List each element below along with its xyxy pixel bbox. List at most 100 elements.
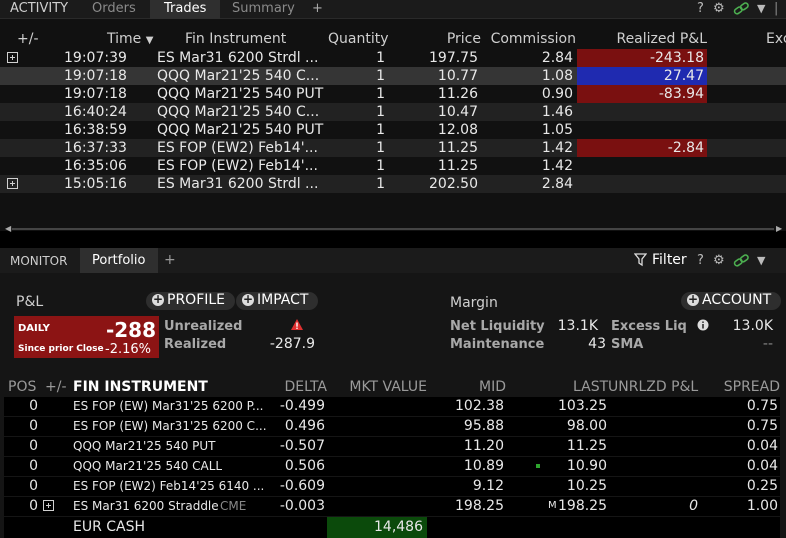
spread-value: 0.75 (746, 398, 778, 414)
spread-value: 0.75 (746, 418, 778, 434)
cash-row[interactable]: EUR CASH 14,486 (0, 516, 786, 538)
warning-icon[interactable] (290, 318, 304, 331)
col-spread-header[interactable]: SPREAD (720, 379, 780, 395)
col-quantity-header[interactable]: Quantity (328, 31, 389, 47)
trade-row[interactable]: 19:07:18 QQQ Mar21'25 540 PUT 1 11.26 0.90 -8… (0, 85, 786, 103)
scroll-right-icon[interactable]: ▶ (776, 224, 782, 233)
expand-icon[interactable] (7, 178, 18, 189)
cash-value: 14,486 (374, 519, 423, 535)
sma-label: SMA (611, 337, 644, 352)
col-pf-instrument-header[interactable]: FIN INSTRUMENT (73, 379, 208, 395)
position-value: 0 (29, 398, 38, 414)
trade-quantity: 1 (376, 176, 385, 192)
col-pf-expand-header[interactable]: +/- (45, 379, 67, 395)
col-realized-pl-header[interactable]: Realized P&L (590, 31, 707, 47)
trade-quantity: 1 (376, 140, 385, 156)
trade-row[interactable]: 15:05:16 ES Mar31 6200 Strdl ... 1 202.50 2.… (0, 175, 786, 193)
portfolio-row[interactable]: 0 ES FOP (EW) Mar31'25 6200 P... -0.499 102… (0, 396, 786, 416)
col-instrument-header[interactable]: Fin Instrument (185, 31, 286, 47)
top-tab-bar: ACTIVITY Orders Trades Summary + ? ⚙ ▼ | (0, 0, 786, 19)
monitor-link-icon[interactable] (733, 254, 749, 268)
trade-time: 19:07:18 (64, 68, 127, 84)
position-value: 0 (29, 498, 38, 514)
maintenance-value: 43 (588, 336, 606, 352)
trade-commission: 0.90 (541, 86, 573, 102)
link-icon[interactable] (733, 2, 749, 16)
info-icon[interactable] (697, 319, 709, 331)
col-commission-header[interactable]: Commission (486, 31, 576, 47)
expand-icon[interactable] (43, 500, 54, 511)
col-exchange-header[interactable]: Exc (766, 31, 786, 47)
horizontal-scrollbar[interactable] (12, 228, 774, 230)
portfolio-row[interactable]: 0 ES Mar31 6200 Straddle CME -0.003 198.25 M 1… (0, 496, 786, 516)
account-button[interactable]: + ACCOUNT (681, 292, 782, 310)
col-mid-header[interactable]: MID (440, 379, 506, 395)
monitor-chevron-down-icon[interactable]: ▼ (757, 254, 765, 267)
trade-price: 197.75 (429, 50, 478, 66)
col-price-header[interactable]: Price (420, 31, 481, 47)
trade-instrument: QQQ Mar21'25 540 PUT (157, 122, 324, 138)
mid-value: 95.88 (463, 418, 504, 434)
trade-time: 16:37:33 (64, 140, 127, 156)
mid-value: 198.25 (455, 498, 504, 514)
last-value: 103.25 (558, 398, 607, 414)
expand-icon[interactable] (7, 52, 18, 63)
monitor-gear-icon[interactable]: ⚙ (713, 253, 725, 268)
trade-quantity: 1 (376, 122, 385, 138)
tab-summary[interactable]: Summary (224, 0, 303, 19)
portfolio-row[interactable]: 0 QQQ Mar21'25 540 PUT -0.507 11.20 11.25 0.0… (0, 436, 786, 456)
chevron-down-icon[interactable]: ▼ (757, 0, 765, 19)
impact-button[interactable]: + IMPACT (236, 292, 319, 310)
col-expand-header[interactable]: +/- (17, 31, 39, 47)
portfolio-row[interactable]: 0 QQQ Mar21'25 540 CALL 0.506 10.89 10.90 0.0… (0, 456, 786, 476)
trade-row[interactable]: 16:38:59 QQQ Mar21'25 540 PUT 1 12.08 1.05 (0, 121, 786, 139)
trade-row[interactable]: 19:07:39 ES Mar31 6200 Strdl ... 1 197.75 2.… (0, 49, 786, 67)
trade-commission: 1.08 (541, 68, 573, 84)
spread-value: 1.00 (746, 498, 778, 514)
trade-commission: 1.42 (541, 158, 573, 174)
help-icon[interactable]: ? (697, 0, 704, 19)
margin-title: Margin (450, 295, 498, 311)
trade-instrument: ES Mar31 6200 Strdl ... (157, 176, 319, 192)
col-pos-header[interactable]: POS (8, 379, 36, 395)
trade-commission: 2.84 (541, 176, 573, 192)
trade-commission: 1.42 (541, 140, 573, 156)
col-last-header[interactable]: LAST (573, 379, 608, 395)
mid-value: 10.89 (463, 458, 504, 474)
trade-time: 15:05:16 (64, 176, 127, 192)
col-delta-header[interactable]: DELTA (270, 379, 327, 395)
col-mkt-value-header[interactable]: MKT VALUE (330, 379, 427, 395)
tab-trades[interactable]: Trades (150, 0, 221, 19)
trade-instrument: QQQ Mar21'25 540 C... (157, 68, 320, 84)
net-liquidity-label: Net Liquidity (450, 319, 545, 334)
col-time-header[interactable]: Time ▼ (107, 31, 153, 47)
mid-value: 9.12 (472, 478, 504, 494)
tab-portfolio[interactable]: Portfolio (80, 248, 158, 273)
excess-liq-label: Excess Liq (611, 319, 687, 334)
add-tab-button[interactable]: + (304, 0, 331, 19)
trade-row[interactable]: 19:07:18 QQQ Mar21'25 540 C... 1 10.77 1.08 2… (0, 67, 786, 85)
trade-quantity: 1 (376, 158, 385, 174)
spread-value: 0.04 (746, 438, 778, 454)
trade-instrument: QQQ Mar21'25 540 PUT (157, 86, 324, 102)
col-time-label: Time (107, 31, 142, 47)
tab-orders[interactable]: Orders (84, 0, 144, 19)
trade-row[interactable]: 16:40:24 QQQ Mar21'25 540 C... 1 10.47 1.46 (0, 103, 786, 121)
monitor-help-icon[interactable]: ? (697, 253, 704, 268)
col-unrlzd-header[interactable]: UNRLZD P&L (608, 379, 698, 395)
trade-row[interactable]: 16:35:06 ES FOP (EW2) Feb14'... 1 11.25 1.42 (0, 157, 786, 175)
trade-commission: 1.05 (541, 122, 573, 138)
add-monitor-tab-button[interactable]: + (164, 252, 176, 268)
position-value: 0 (29, 438, 38, 454)
portfolio-row[interactable]: 0 ES FOP (EW) Mar31'25 6200 C... 0.496 95.8… (0, 416, 786, 436)
last-value: 10.90 (566, 458, 607, 474)
trade-row[interactable]: 16:37:33 ES FOP (EW2) Feb14'... 1 11.25 1.42… (0, 139, 786, 157)
scroll-left-icon[interactable]: ◀ (5, 224, 11, 233)
delta-value: -0.003 (279, 498, 325, 514)
profile-button[interactable]: + PROFILE (146, 292, 236, 310)
portfolio-row[interactable]: 0 ES FOP (EW2) Feb14'25 6140 ... -0.609 9.1… (0, 476, 786, 496)
realized-value: -287.9 (269, 336, 315, 352)
delta-value: -0.609 (279, 478, 325, 494)
gear-icon[interactable]: ⚙ (713, 0, 725, 19)
portfolio-instrument: ES Mar31 6200 Straddle (73, 499, 219, 513)
